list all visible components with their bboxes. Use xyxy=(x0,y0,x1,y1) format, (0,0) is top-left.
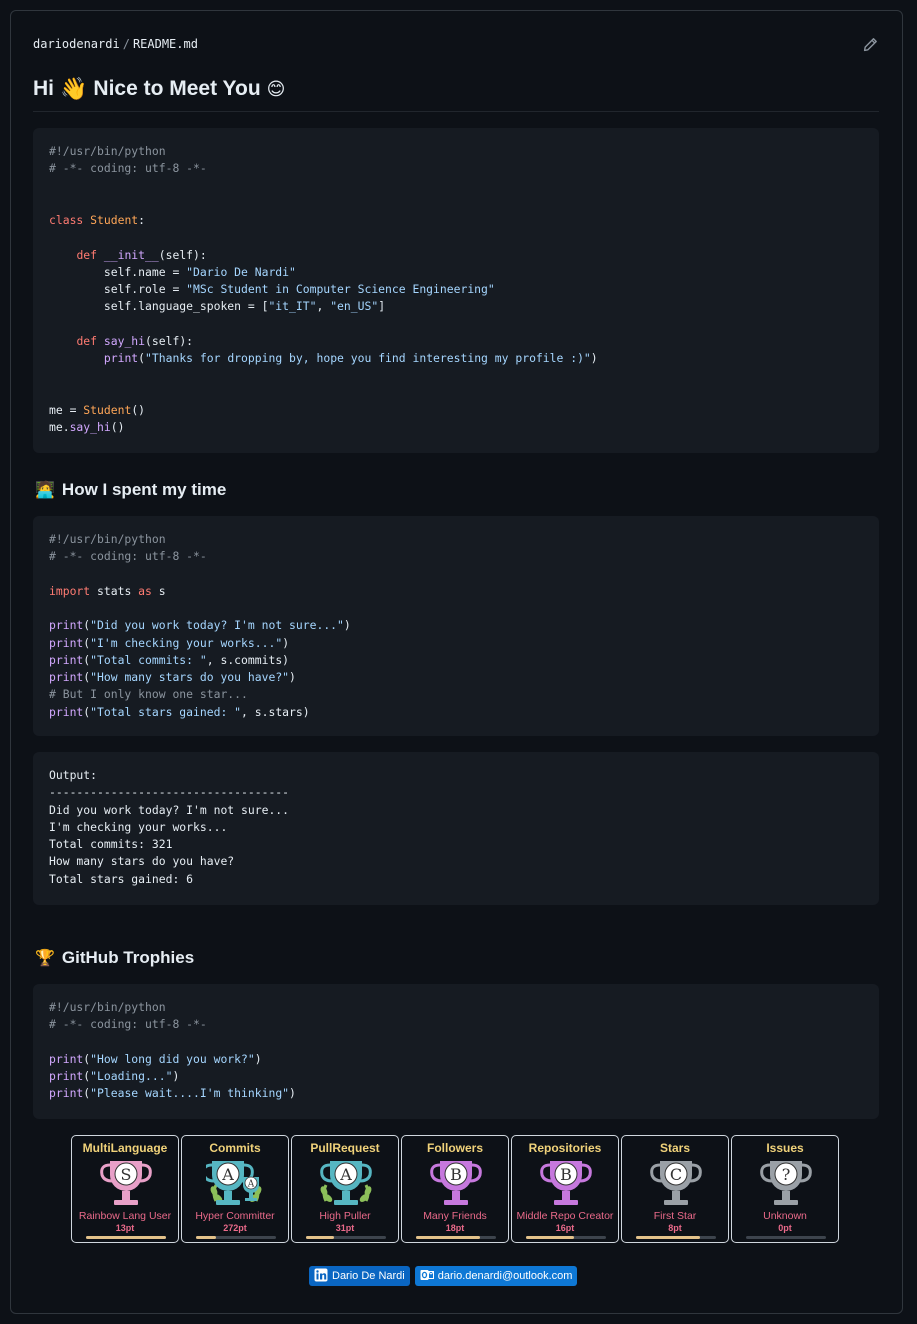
code-line: #!/usr/bin/python xyxy=(49,532,166,546)
svg-text:A: A xyxy=(247,1180,255,1190)
trophy-rank: C xyxy=(670,1165,682,1184)
breadcrumb-owner[interactable]: dariodenardi xyxy=(33,37,120,51)
trophy-card[interactable]: Stars C First Star 8pt xyxy=(621,1135,729,1243)
trophy-name: Middle Repo Creator xyxy=(516,1210,614,1222)
trophy-card[interactable]: Followers B Many Friends 18pt xyxy=(401,1135,509,1243)
code-line: #!/usr/bin/python xyxy=(49,144,166,158)
trophy-name: Hyper Committer xyxy=(195,1210,275,1222)
breadcrumb-separator: / xyxy=(122,37,130,51)
trophy-title: MultiLanguage xyxy=(82,1141,168,1155)
trophy-title: PullRequest xyxy=(310,1141,380,1155)
code-block-student: #!/usr/bin/python # -*- coding: utf-8 -*… xyxy=(33,128,879,453)
code-stats: #!/usr/bin/python # -*- coding: utf-8 -*… xyxy=(49,532,351,719)
trophy-title: Commits xyxy=(209,1141,261,1155)
output-line: I'm checking your works... xyxy=(49,819,228,834)
section-title: GitHub Trophies xyxy=(61,948,195,967)
breadcrumb: dariodenardi / README.md xyxy=(33,37,198,51)
breadcrumb-file: README.md xyxy=(132,37,198,51)
trophy-name: First Star xyxy=(653,1210,697,1222)
trophy-name: Many Friends xyxy=(423,1210,487,1222)
trophy-points: 16pt xyxy=(555,1223,575,1233)
trophy-rank: A xyxy=(221,1165,234,1184)
code-line: # But I only know one star... xyxy=(49,687,248,702)
trophy-name: Unknown xyxy=(763,1210,807,1222)
code-student: #!/usr/bin/python # -*- coding: utf-8 -*… xyxy=(49,144,598,434)
outlook-icon xyxy=(420,1268,434,1285)
linkedin-icon xyxy=(314,1268,328,1285)
trophy-points: 13pt xyxy=(115,1223,135,1233)
trophy-cup-icon: B xyxy=(540,1161,592,1205)
title-divider xyxy=(33,111,879,112)
linkedin-badge[interactable]: Dario De Nardi xyxy=(309,1266,410,1286)
trophy-card[interactable]: Issues ? Unknown 0pt xyxy=(731,1135,839,1243)
trophy-card[interactable]: MultiLanguage S Rainbow Lang User 13pt xyxy=(71,1135,179,1243)
trophy-rank: A xyxy=(339,1165,352,1184)
trophy-rank: S xyxy=(121,1165,132,1184)
section-title: How I spent my time xyxy=(61,480,227,499)
trophy-points: 31pt xyxy=(335,1223,355,1233)
code-trophies: #!/usr/bin/python # -*- coding: utf-8 -*… xyxy=(49,1000,296,1101)
trophy-card[interactable]: PullRequest A High Puller 31pt xyxy=(291,1135,399,1243)
trophy-progress xyxy=(86,1236,166,1239)
trophy-name: High Puller xyxy=(319,1210,371,1222)
trophy-progress xyxy=(416,1236,496,1239)
trophy-cup-icon: A xyxy=(320,1161,372,1205)
trophy-points: 272pt xyxy=(223,1223,247,1233)
trophy-progress xyxy=(306,1236,386,1239)
code-line: #!/usr/bin/python xyxy=(49,1000,166,1014)
code-block-trophies: #!/usr/bin/python # -*- coding: utf-8 -*… xyxy=(33,984,879,1119)
trophy-cup-icon: A A xyxy=(206,1161,262,1205)
trophy-progress xyxy=(746,1236,826,1239)
trophy-progress xyxy=(196,1236,276,1239)
code-line: # -*- coding: utf-8 -*- xyxy=(49,549,207,564)
trophy-icon: 🏆 xyxy=(35,950,55,967)
trophy-points: 18pt xyxy=(445,1223,465,1233)
trophy-progress xyxy=(636,1236,716,1239)
page-title: Hi 👋 Nice to Meet You 😊 xyxy=(33,76,285,102)
trophy-title: Stars xyxy=(659,1141,691,1155)
trophy-card[interactable]: Repositories B Middle Repo Creator 16pt xyxy=(511,1135,619,1243)
pencil-icon[interactable] xyxy=(862,37,878,53)
email-label: dario.denardi@outlook.com xyxy=(437,1270,573,1282)
trophy-cup-icon: ? xyxy=(760,1161,812,1205)
email-badge[interactable]: dario.denardi@outlook.com xyxy=(414,1266,578,1286)
trophy-title: Repositories xyxy=(528,1141,602,1155)
output-line: Total stars gained: 6 xyxy=(49,871,194,886)
technologist-icon: 🧑‍💻 xyxy=(35,482,55,499)
output-line: Output: xyxy=(49,768,98,782)
wave-icon: 👋 xyxy=(60,76,88,101)
output-line: How many stars do you have? xyxy=(49,854,235,869)
output-line: Total commits: 321 xyxy=(49,837,173,851)
trophy-title: Issues xyxy=(766,1141,804,1155)
trophy-progress xyxy=(526,1236,606,1239)
trophy-rank: B xyxy=(560,1165,572,1184)
trophy-cup-icon: C xyxy=(650,1161,702,1205)
trophy-points: 8pt xyxy=(668,1223,682,1233)
code-line: # -*- coding: utf-8 -*- xyxy=(49,161,207,176)
trophy-card[interactable]: Commits A A Hyper Committer 272pt xyxy=(181,1135,289,1243)
code-block-stats: #!/usr/bin/python # -*- coding: utf-8 -*… xyxy=(33,516,879,736)
trophy-rank: ? xyxy=(782,1165,791,1184)
smile-icon: 😊 xyxy=(266,78,286,99)
trophy-cup-icon: B xyxy=(430,1161,482,1205)
title-hi: Hi xyxy=(33,77,54,100)
trophy-rank: B xyxy=(450,1165,462,1184)
code-output: Output: --------------------------------… xyxy=(49,767,863,888)
trophy-cup-icon: S xyxy=(100,1161,152,1205)
trophy-row: MultiLanguage S Rainbow Lang User 13pt C… xyxy=(71,1135,841,1243)
output-line: ----------------------------------- xyxy=(49,785,290,800)
section-how-i-spent: 🧑‍💻 How I spent my time xyxy=(35,480,226,500)
trophy-points: 0pt xyxy=(778,1223,792,1233)
section-trophies: 🏆 GitHub Trophies xyxy=(35,948,194,968)
output-line: Did you work today? I'm not sure... xyxy=(49,802,290,817)
trophy-title: Followers xyxy=(426,1141,483,1155)
title-text: Nice to Meet You xyxy=(93,77,261,100)
code-line: # -*- coding: utf-8 -*- xyxy=(49,1017,207,1032)
linkedin-label: Dario De Nardi xyxy=(332,1270,405,1282)
code-block-output: Output: --------------------------------… xyxy=(33,752,879,905)
contact-badges: Dario De Nardi dario.denardi@outlook.com xyxy=(309,1266,578,1286)
trophy-name: Rainbow Lang User xyxy=(78,1210,172,1222)
